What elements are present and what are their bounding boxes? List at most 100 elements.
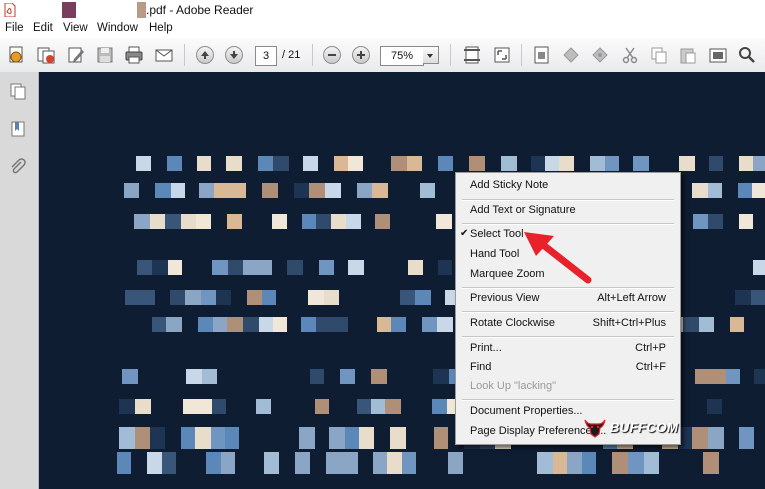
save-icon[interactable] xyxy=(94,45,116,65)
pages-icon[interactable] xyxy=(9,82,27,100)
pixelated-block xyxy=(590,156,605,171)
blurred-title-block xyxy=(137,2,146,18)
cut-icon[interactable] xyxy=(619,45,641,65)
pixelated-block xyxy=(152,317,166,332)
pixelated-block xyxy=(212,399,226,414)
pixelated-block xyxy=(213,317,227,332)
tool-2-icon[interactable] xyxy=(589,45,611,65)
zoom-out-icon[interactable] xyxy=(321,45,343,65)
pixelated-block xyxy=(553,452,567,474)
pixelated-block xyxy=(141,290,155,305)
pixelated-block xyxy=(400,290,415,305)
pixelated-block xyxy=(633,156,649,171)
find-icon[interactable] xyxy=(736,45,758,65)
pixelated-block xyxy=(448,452,463,474)
menu-edit[interactable]: Edit xyxy=(33,22,53,34)
zoom-in-icon[interactable] xyxy=(350,45,372,65)
menu-window[interactable]: Window xyxy=(97,22,138,34)
pixelated-block xyxy=(119,399,135,414)
pixelated-block xyxy=(243,317,259,332)
menu-file[interactable]: File xyxy=(5,22,24,34)
pixelated-block xyxy=(753,260,765,275)
pixelated-block xyxy=(228,260,243,275)
pixelated-block xyxy=(390,427,406,449)
menu-view[interactable]: View xyxy=(63,22,88,34)
print-icon[interactable] xyxy=(123,45,145,65)
bookmarks-icon[interactable] xyxy=(9,120,27,138)
shortcut-rotate-clockwise: Shift+Ctrl+Plus xyxy=(592,317,666,329)
pixelated-block xyxy=(197,156,211,171)
pixelated-block xyxy=(346,214,361,229)
attachments-icon[interactable] xyxy=(9,158,27,176)
copy-icon[interactable] xyxy=(648,45,670,65)
shortcut-print: Ctrl+P xyxy=(635,342,666,354)
toolbar-separator xyxy=(450,44,451,66)
next-page-icon[interactable] xyxy=(223,45,245,65)
toolbar-separator xyxy=(521,44,522,66)
pixelated-block xyxy=(227,317,243,332)
pixelated-block xyxy=(150,427,165,449)
pixelated-block xyxy=(371,369,387,384)
menu-help[interactable]: Help xyxy=(149,22,173,34)
pixelated-block xyxy=(375,214,390,229)
read-mode-icon[interactable] xyxy=(531,45,553,65)
page-number-input[interactable]: 3 xyxy=(255,46,277,66)
email-icon[interactable] xyxy=(153,45,175,65)
pixelated-block xyxy=(567,452,582,474)
tool-1-icon[interactable] xyxy=(560,45,582,65)
pixelated-block xyxy=(708,427,724,449)
previous-page-icon[interactable] xyxy=(194,45,216,65)
pixelated-block xyxy=(329,427,345,449)
paste-icon[interactable] xyxy=(677,45,699,65)
pixelated-block xyxy=(262,290,276,305)
fit-page-icon[interactable] xyxy=(461,45,483,65)
menu-item-look-up: Look Up "lacking" xyxy=(470,380,557,392)
combine-files-icon[interactable] xyxy=(35,45,57,65)
pixelated-block xyxy=(735,290,751,305)
zoom-dropdown-button[interactable] xyxy=(423,46,439,64)
menu-item-print[interactable]: Print... xyxy=(470,340,502,356)
menu-item-rotate-clockwise[interactable]: Rotate Clockwise xyxy=(470,315,555,331)
pixelated-block xyxy=(348,260,364,275)
edit-icon[interactable] xyxy=(65,45,87,65)
pixelated-block xyxy=(262,183,278,198)
pixelated-block xyxy=(628,452,644,474)
pixelated-block xyxy=(226,156,242,171)
menu-item-document-properties[interactable]: Document Properties... xyxy=(470,403,583,419)
menu-item-hand-tool[interactable]: Hand Tool xyxy=(470,246,519,262)
pixelated-block xyxy=(125,290,141,305)
create-pdf-icon[interactable] xyxy=(6,45,28,65)
pixelated-block xyxy=(167,156,182,171)
pixelated-block xyxy=(309,183,325,198)
full-screen-icon[interactable] xyxy=(491,45,513,65)
menu-item-find[interactable]: Find xyxy=(470,359,491,375)
watermark-text: BUFFCOM xyxy=(610,419,679,435)
pixelated-block xyxy=(582,452,596,474)
pixelated-block xyxy=(181,427,195,449)
snapshot-icon[interactable] xyxy=(707,45,729,65)
blurred-title-block xyxy=(62,2,76,18)
pixelated-block xyxy=(402,452,416,474)
pixelated-block xyxy=(537,452,553,474)
pixelated-block xyxy=(147,452,162,474)
menu-item-add-text-or-signature[interactable]: Add Text or Signature xyxy=(470,202,576,218)
pixelated-block xyxy=(739,214,753,229)
zoom-level-field[interactable]: 75% xyxy=(380,46,424,66)
pixelated-block xyxy=(703,452,719,474)
pixelated-block xyxy=(247,290,262,305)
pixelated-block xyxy=(287,260,303,275)
pixelated-block xyxy=(385,399,401,414)
menu-item-previous-view[interactable]: Previous View xyxy=(470,290,540,306)
pixelated-block xyxy=(726,369,740,384)
pixelated-block xyxy=(165,214,181,229)
menu-item-add-sticky-note[interactable]: Add Sticky Note xyxy=(470,177,548,193)
pixelated-block xyxy=(357,183,372,198)
pixelated-block xyxy=(310,369,324,384)
pixelated-block xyxy=(709,156,723,171)
pixelated-block xyxy=(332,317,348,332)
pixelated-block xyxy=(273,156,289,171)
pixelated-block xyxy=(334,156,348,171)
menu-bar: File Edit View Window Help xyxy=(0,20,765,38)
pixelated-block xyxy=(201,290,216,305)
menu-item-select-tool[interactable]: Select Tool xyxy=(470,226,524,242)
